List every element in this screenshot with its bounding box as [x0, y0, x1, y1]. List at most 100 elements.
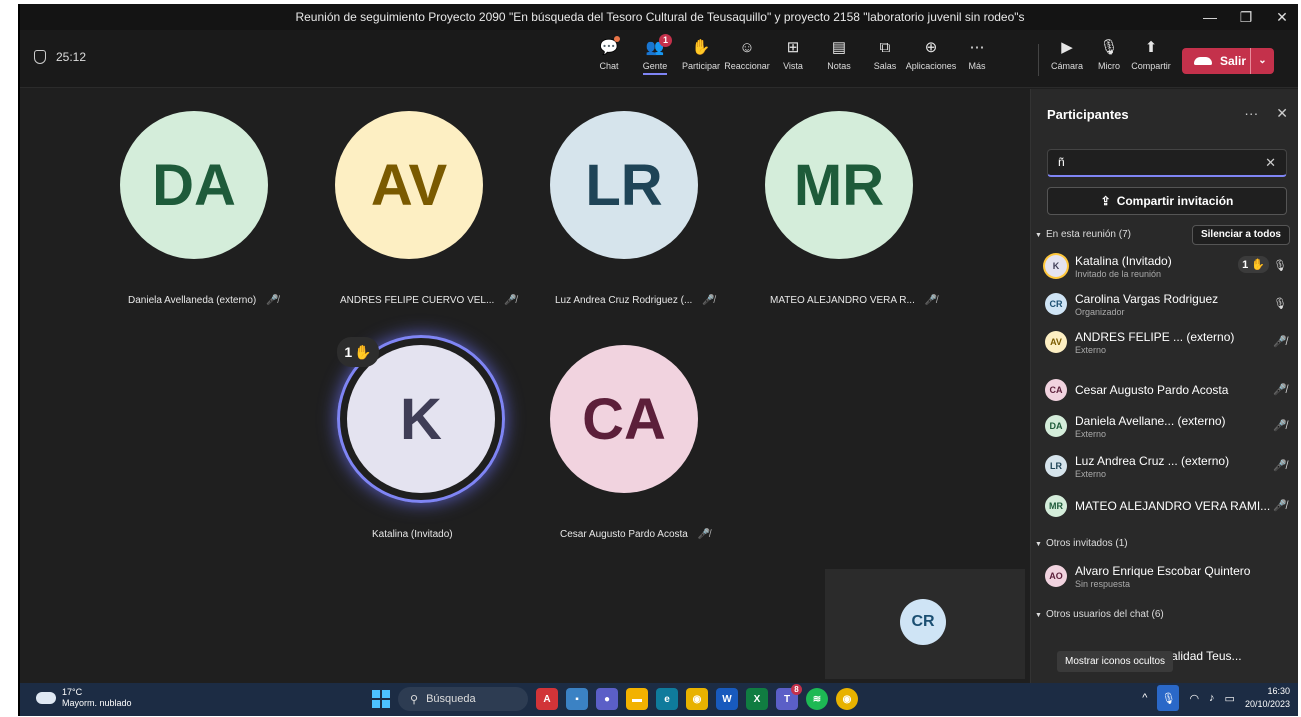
section-others[interactable]: ▼ Otros invitados (1): [1035, 538, 1128, 549]
clock[interactable]: 16:30 20/10/2023: [1245, 685, 1290, 711]
chrome-icon[interactable]: ◉: [686, 688, 708, 710]
unread-dot: [614, 36, 620, 42]
word-icon[interactable]: W: [716, 688, 738, 710]
restore-icon[interactable]: ❐: [1228, 4, 1264, 30]
meeting-tools: 💬 Chat 👥 1 Gente ✋ Participar ☺ Reaccionar ⊞ Vista…: [586, 34, 1000, 75]
mic-in-use-icon[interactable]: 🎙: [1157, 685, 1180, 711]
toolbar-label: Salas: [873, 61, 897, 71]
participant-search[interactable]: ✕: [1047, 149, 1287, 177]
toolbar-button-plus[interactable]: ⊕ Aplicaciones: [906, 36, 957, 75]
mic-off-icon: 🎤̸: [266, 295, 279, 306]
toolbar-label: Chat: [599, 61, 619, 71]
mic-off-icon[interactable]: 🎤̸: [1273, 459, 1287, 472]
avatar: AV: [1045, 331, 1067, 353]
shield-icon: [34, 50, 46, 64]
close-panel-icon[interactable]: ✕: [1276, 105, 1288, 122]
mic-icon: 🎙: [1099, 39, 1119, 56]
mic-icon[interactable]: 🎙: [1273, 259, 1287, 272]
notes-icon: ▤: [831, 39, 847, 56]
raised-hand-badge: 1 ✋: [337, 337, 379, 367]
timer-text: 25:12: [56, 50, 87, 64]
participant-row[interactable]: CR Carolina Vargas Rodriguez Organizador 🎙: [1045, 287, 1291, 321]
chevron-up-icon[interactable]: ^: [1142, 692, 1147, 704]
participant-row[interactable]: CA Cesar Augusto Pardo Acosta 🎤̸: [1045, 373, 1291, 407]
teams-badge: 8: [791, 684, 802, 695]
spotify-icon[interactable]: ≋: [806, 688, 828, 710]
toolbar-button-mic[interactable]: 🎙 Micro: [1088, 36, 1130, 71]
collapse-icon: ▼: [1035, 541, 1042, 548]
mic-icon[interactable]: 🎙: [1273, 297, 1287, 310]
toolbar-button-smile[interactable]: ☺ Reaccionar: [724, 36, 770, 75]
avatar: MR: [765, 111, 913, 259]
search-input[interactable]: [1048, 150, 1248, 174]
tile-name: ANDRES FELIPE CUERVO VEL... 🎤̸: [340, 295, 517, 306]
grid-icon: ⊞: [786, 39, 800, 56]
more-icon[interactable]: ···: [1244, 105, 1258, 122]
media-controls: ▶ Cámara 🎙 Micro ⬆ Compartir: [1046, 36, 1172, 71]
toolbar-label: Participar: [681, 61, 720, 71]
toolbar-button-camera-off[interactable]: ▶ Cámara: [1046, 36, 1088, 71]
toolbar-button-share[interactable]: ⬆ Compartir: [1130, 36, 1172, 71]
participant-role: Organizador: [1075, 306, 1125, 317]
toolbar-label: Micro: [1098, 61, 1120, 71]
mic-off-icon: 🎤̸: [697, 529, 711, 540]
app-icon[interactable]: ▪: [566, 688, 588, 710]
toolbar-button-people[interactable]: 👥 1 Gente: [632, 34, 678, 75]
mic-off-icon[interactable]: 🎤̸: [1273, 499, 1287, 512]
battery-icon[interactable]: ▭: [1225, 692, 1235, 705]
participant-name: ANDRES FELIPE CUERVO VEL...: [340, 295, 495, 306]
avatar: K: [347, 345, 495, 493]
section-in-meeting[interactable]: ▼ En esta reunión (7): [1035, 229, 1131, 240]
participant-role: Externo: [1075, 428, 1107, 439]
toolbar-button-grid[interactable]: ⊞ Vista: [770, 36, 816, 75]
teams-icon[interactable]: T8: [776, 684, 802, 710]
avatar: DA: [120, 111, 268, 259]
smile-icon: ☺: [739, 38, 755, 56]
close-icon[interactable]: ✕: [1264, 4, 1298, 30]
mic-off-icon[interactable]: 🎤̸: [1273, 419, 1287, 432]
tooltip: Mostrar iconos ocultos: [1057, 651, 1174, 672]
minimize-icon[interactable]: —: [1192, 4, 1228, 30]
weather-widget[interactable]: 17°C Mayorm. nublado: [32, 687, 132, 709]
participant-row[interactable]: DA Daniela Avellane... (externo) Externo 🎤̸: [1045, 409, 1291, 443]
taskbar-search[interactable]: ⚲ Búsqueda: [398, 687, 528, 711]
raise-hand-icon: ✋: [691, 39, 711, 56]
chrome-icon[interactable]: ◉: [836, 688, 858, 710]
participant-row[interactable]: LR Luz Andrea Cruz ... (externo) Externo 🎤̸: [1045, 449, 1291, 483]
share-invite-button[interactable]: ⇪ Compartir invitación: [1047, 187, 1287, 215]
app-icon[interactable]: A: [536, 688, 558, 710]
folder-icon[interactable]: ▬: [626, 688, 648, 710]
toolbar-button-chat[interactable]: 💬 Chat: [586, 36, 632, 75]
leave-button[interactable]: Salir ⌄: [1182, 48, 1274, 74]
toolbar-button-rooms[interactable]: ⧉ Salas: [862, 36, 908, 75]
excel-icon[interactable]: X: [746, 688, 768, 710]
mute-all-button[interactable]: Silenciar a todos: [1191, 225, 1290, 245]
participant-name: MATEO ALEJANDRO VERA RAMI...: [1075, 499, 1271, 513]
wifi-icon[interactable]: ◠: [1189, 692, 1199, 705]
chevron-down-icon[interactable]: ⌄: [1250, 48, 1274, 74]
participant-row[interactable]: MR MATEO ALEJANDRO VERA RAMI... 🎤̸: [1045, 489, 1291, 523]
toolbar-label: Reaccionar: [724, 61, 770, 71]
self-view[interactable]: CR: [825, 569, 1025, 679]
participant-name: Luz Andrea Cruz Rodriguez (...: [555, 295, 693, 306]
edge-icon[interactable]: e: [656, 688, 678, 710]
participant-row[interactable]: AO Alvaro Enrique Escobar Quintero Sin res…: [1045, 559, 1291, 593]
toolbar-button-notes[interactable]: ▤ Notas: [816, 36, 862, 75]
participant-row[interactable]: AV ANDRES FELIPE ... (externo) Externo 🎤̸: [1045, 325, 1291, 359]
raise-hand-icon: ✋: [354, 343, 372, 360]
start-icon[interactable]: [372, 690, 390, 708]
leave-label: Salir: [1220, 54, 1247, 68]
app-icon[interactable]: ●: [596, 688, 618, 710]
toolbar-button-more[interactable]: ⋯ Más: [954, 36, 1000, 75]
participant-name: Daniela Avellane... (externo): [1075, 413, 1226, 428]
participant-name: Alvaro Enrique Escobar Quintero: [1075, 563, 1251, 578]
toolbar-label: Cámara: [1050, 61, 1083, 71]
toolbar-button-raise-hand[interactable]: ✋ Participar: [678, 36, 724, 75]
mic-off-icon[interactable]: 🎤̸: [1273, 335, 1287, 348]
clear-search-icon[interactable]: ✕: [1265, 155, 1276, 171]
volume-icon[interactable]: ♪: [1209, 692, 1215, 704]
mic-off-icon[interactable]: 🎤̸: [1273, 383, 1287, 396]
section-chat-users[interactable]: ▼ Otros usuarios del chat (6): [1035, 609, 1164, 620]
participant-name: MATEO ALEJANDRO VERA R...: [770, 295, 915, 306]
participant-row[interactable]: K Katalina (Invitado) Invitado de la reuni…: [1045, 249, 1291, 283]
